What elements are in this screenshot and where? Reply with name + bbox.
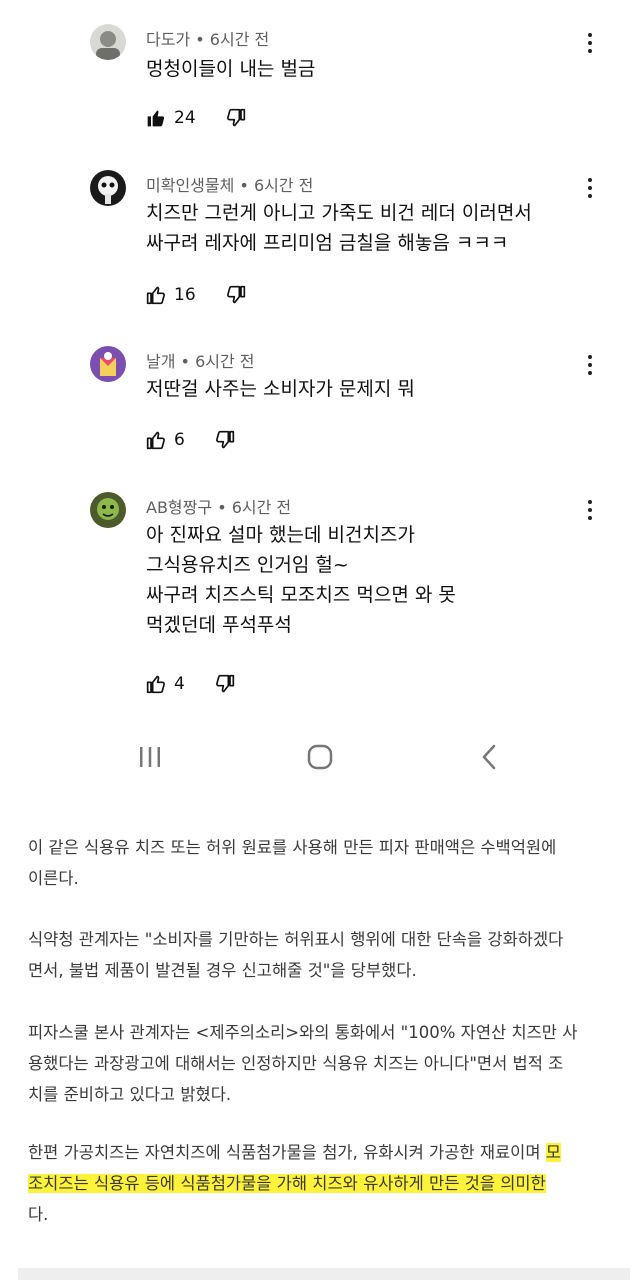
comment-text: 아 진짜요 설마 했는데 비건치즈가 그식용유치즈 인거임 헐~ 싸구려 치즈스… xyxy=(146,520,456,640)
comment-actions: 16 xyxy=(146,283,246,307)
article-paragraph: 식약청 관계자는 "소비자를 기만하는 허위표시 행위에 대한 단속을 강화하겠… xyxy=(28,924,618,986)
comment-time: 6시간 전 xyxy=(195,352,255,371)
recent-apps-icon xyxy=(140,747,160,767)
avatar[interactable] xyxy=(90,24,126,60)
paragraph-line: 치를 준비하고 있다고 밝혔다. xyxy=(28,1085,232,1104)
paragraph-line: 이른다. xyxy=(28,869,79,888)
comment-meta: 날개 • 6시간 전 xyxy=(146,348,255,372)
more-options-icon[interactable] xyxy=(580,351,600,379)
thumbs-down-icon xyxy=(215,430,234,449)
comment-time: 6시간 전 xyxy=(253,176,314,195)
more-options-icon[interactable] xyxy=(580,29,600,57)
comment-author[interactable]: 미확인생물체 xyxy=(146,176,234,195)
like-button[interactable]: 24 xyxy=(146,108,196,128)
meta-separator: • xyxy=(217,498,227,517)
thumbs-up-icon xyxy=(146,431,165,450)
dislike-button[interactable] xyxy=(226,108,246,128)
like-count: 6 xyxy=(174,430,185,450)
paragraph-line: 피자스쿨 본사 관계자는 <제주의소리>와의 통화에서 "100% 자연산 치즈… xyxy=(28,1023,578,1042)
highlighted-text: 모 xyxy=(545,1143,561,1162)
comment-line: 싸구려 레자에 프리미엄 금칠을 해놓음 ㅋㅋㅋ xyxy=(146,232,509,254)
comment-actions: 24 xyxy=(146,106,246,130)
comment-line: 먹겠던데 푸석푸석 xyxy=(146,614,292,636)
comment-text: 저딴걸 사주는 소비자가 문제지 뭐 xyxy=(146,374,415,404)
meta-separator: • xyxy=(195,30,205,49)
paragraph-line: 조치즈는 식용유 등에 식품첨가물을 가해 치즈와 유사하게 만든 것을 의미한 xyxy=(28,1168,618,1199)
paragraph-line: 다. xyxy=(28,1205,49,1224)
article-paragraph: 피자스쿨 본사 관계자는 <제주의소리>와의 통화에서 "100% 자연산 치즈… xyxy=(28,1017,618,1110)
dislike-button[interactable] xyxy=(215,430,235,450)
paragraph-line: 이 같은 식용유 치즈 또는 허위 원료를 사용해 만든 피자 판매액은 수백억… xyxy=(28,838,557,857)
meta-separator: • xyxy=(180,352,190,371)
back-icon xyxy=(482,744,496,770)
avatar[interactable] xyxy=(90,346,126,382)
like-count: 4 xyxy=(174,674,185,694)
comment-text: 멍청이들이 내는 벌금 xyxy=(146,54,315,84)
home-icon xyxy=(307,744,333,770)
comment-actions: 4 xyxy=(146,672,235,696)
like-count: 16 xyxy=(174,285,196,305)
comment-author[interactable]: AB형짱구 xyxy=(146,498,212,517)
article-paragraph: 이 같은 식용유 치즈 또는 허위 원료를 사용해 만든 피자 판매액은 수백억… xyxy=(28,832,618,894)
thumbs-up-filled-icon xyxy=(147,110,165,127)
paragraph-line: 면서, 불법 제품이 발견될 경우 신고해줄 것"을 당부했다. xyxy=(28,961,417,980)
comment-author[interactable]: 날개 xyxy=(146,352,175,371)
paragraph-line: 식약청 관계자는 "소비자를 기만하는 허위표시 행위에 대한 단속을 강화하겠… xyxy=(28,930,564,949)
article-paragraph-highlighted: 한편 가공치즈는 자연치즈에 식품첨가물을 첨가, 유화시켜 가공한 재료이며 … xyxy=(28,1137,618,1230)
avatar[interactable] xyxy=(90,170,126,206)
thumbs-down-icon xyxy=(226,285,245,304)
comment-line: 멍청이들이 내는 벌금 xyxy=(146,58,316,80)
like-button[interactable]: 6 xyxy=(146,430,185,450)
like-button[interactable]: 16 xyxy=(146,285,196,305)
more-options-icon[interactable] xyxy=(580,174,600,202)
paragraph-line: 한편 가공치즈는 자연치즈에 식품첨가물을 첨가, 유화시켜 가공한 재료이며 … xyxy=(28,1137,618,1168)
like-count: 24 xyxy=(174,108,196,128)
like-button[interactable]: 4 xyxy=(146,674,185,694)
comment-line: 그식용유치즈 인거임 헐~ xyxy=(146,554,349,576)
paragraph-text: 한편 가공치즈는 자연치즈에 식품첨가물을 첨가, 유화시켜 가공한 재료이며 xyxy=(28,1143,546,1162)
recent-apps-button[interactable] xyxy=(130,742,170,772)
thumbs-down-icon xyxy=(215,674,234,693)
comment-line: 싸구려 치즈스틱 모조치즈 먹으면 와 못 xyxy=(146,584,456,606)
avatar[interactable] xyxy=(90,492,126,528)
comment-line: 아 진짜요 설마 했는데 비건치즈가 xyxy=(146,524,415,546)
comment-text: 치즈만 그런게 아니고 가죽도 비건 레더 이러면서 싸구려 레자에 프리미엄 … xyxy=(146,198,532,258)
back-button[interactable] xyxy=(470,742,510,772)
meta-separator: • xyxy=(239,176,249,195)
system-navigation-bar xyxy=(0,730,640,784)
comment-meta: AB형짱구 • 6시간 전 xyxy=(146,494,291,518)
bottom-divider xyxy=(18,1268,630,1280)
comment-author[interactable]: 다도가 xyxy=(146,30,190,49)
comment-actions: 6 xyxy=(146,428,235,452)
dislike-button[interactable] xyxy=(215,674,235,694)
thumbs-up-icon xyxy=(146,675,165,694)
thumbs-up-icon xyxy=(146,286,165,305)
comment-meta: 미확인생물체 • 6시간 전 xyxy=(146,172,313,196)
comment-line: 저딴걸 사주는 소비자가 문제지 뭐 xyxy=(146,378,415,400)
dislike-button[interactable] xyxy=(226,285,246,305)
comment-line: 치즈만 그런게 아니고 가죽도 비건 레더 이러면서 xyxy=(146,202,532,224)
comment-meta: 다도가 • 6시간 전 xyxy=(146,26,269,50)
comment-time: 6시간 전 xyxy=(209,30,270,49)
comment-time: 6시간 전 xyxy=(231,498,292,517)
home-button[interactable] xyxy=(300,742,340,772)
thumbs-down-icon xyxy=(226,108,245,127)
highlighted-text: 조치즈는 식용유 등에 식품첨가물을 가해 치즈와 유사하게 만든 것을 의미한 xyxy=(28,1174,546,1193)
paragraph-line: 용했다는 과장광고에 대해서는 인정하지만 식용유 치즈는 아니다"면서 법적 … xyxy=(28,1054,564,1073)
more-options-icon[interactable] xyxy=(580,496,600,524)
